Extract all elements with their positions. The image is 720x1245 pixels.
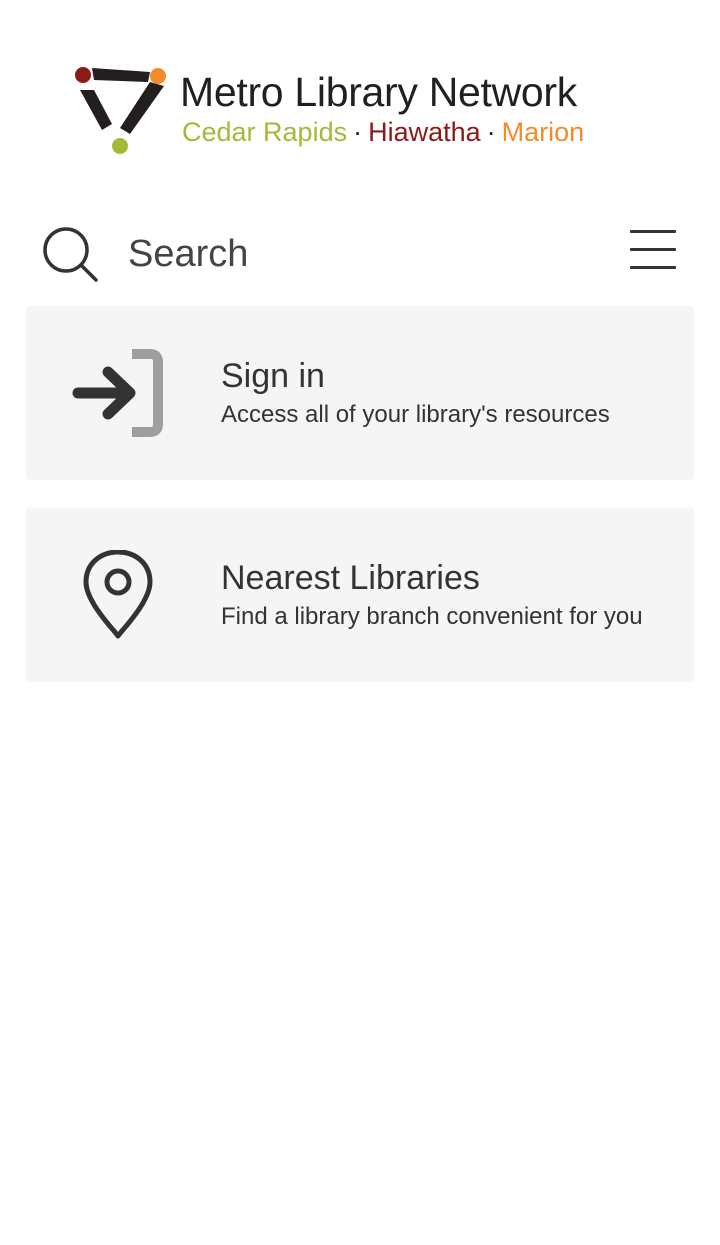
sign-in-arrow-icon: [72, 349, 163, 437]
logo-separator: ·: [353, 117, 363, 147]
sign-in-card[interactable]: Sign in Access all of your library's res…: [26, 306, 694, 480]
menu-line: [630, 230, 676, 233]
logo-city-cedar-rapids: Cedar Rapids: [182, 117, 348, 147]
logo-title: Metro Library Network: [180, 69, 577, 115]
logo-city-marion: Marion: [501, 117, 585, 147]
hamburger-menu-button[interactable]: [626, 228, 682, 272]
logo-mark-icon: [75, 67, 166, 154]
sign-in-title: Sign in: [221, 357, 325, 395]
app-header: Metro Library Network Cedar Rapids · Hiawa…: [0, 0, 720, 200]
metro-library-network-logo: Metro Library Network Cedar Rapids · Hiawa…: [72, 64, 632, 156]
menu-line: [630, 248, 676, 251]
nearest-libraries-description: Find a library branch convenient for you: [221, 603, 643, 630]
logo-cities: Cedar Rapids · Hiawatha · Marion: [182, 116, 584, 148]
logo-separator: ·: [486, 117, 496, 147]
nearest-libraries-title: Nearest Libraries: [221, 559, 480, 597]
sign-in-description: Access all of your library's resources: [221, 401, 610, 428]
menu-line: [630, 266, 676, 269]
search-input[interactable]: [128, 228, 568, 280]
map-pin-icon: [83, 550, 153, 639]
logo-city-hiawatha: Hiawatha: [368, 117, 481, 147]
search-icon[interactable]: [40, 224, 100, 284]
nearest-libraries-card[interactable]: Nearest Libraries Find a library branch …: [26, 508, 694, 682]
search-bar: [0, 210, 720, 300]
